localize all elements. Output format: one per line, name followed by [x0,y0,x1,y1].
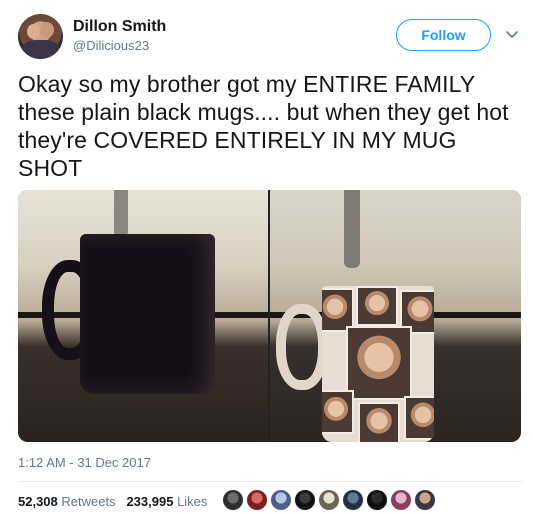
retweets-stat[interactable]: 52,308 Retweets [18,494,116,509]
mugshot-face [356,286,398,326]
likes-label: Likes [177,494,208,509]
black-mug [80,234,215,394]
mugshot-face [404,396,434,440]
retweets-count: 52,308 [18,494,58,509]
tweet-text: Okay so my brother got my ENTIRE FAMILY … [18,71,509,181]
likes-count: 233,995 [126,494,174,509]
follow-button[interactable]: Follow [396,19,491,51]
chevron-down-icon[interactable] [505,27,519,41]
mugshot-face [322,390,354,434]
liker-avatar[interactable] [318,489,340,511]
tweet-stats: 52,308 Retweets 233,995 Likes [18,494,207,509]
liker-avatar[interactable] [414,489,436,511]
divider [18,481,523,482]
faucet [114,190,128,236]
liker-avatar[interactable] [222,489,244,511]
retweets-label: Retweets [61,494,116,509]
liker-avatar[interactable] [342,489,364,511]
avatar-figure-body [22,40,59,59]
author-handle[interactable]: @Dilicious23 [73,38,149,53]
liker-avatar[interactable] [246,489,268,511]
media-grid [18,190,521,442]
photo-hot-mug[interactable] [270,190,521,442]
liker-avatar[interactable] [270,489,292,511]
avatar-figure-face [27,24,40,39]
tweet-timestamp[interactable]: 1:12 AM - 31 Dec 2017 [18,455,151,470]
likes-stat[interactable]: 233,995 Likes [126,494,207,509]
author-name[interactable]: Dillon Smith [73,18,166,36]
mugshot-face [358,402,400,442]
mugshot-mug [322,286,434,442]
photo-black-mug[interactable] [18,190,268,442]
avatar[interactable] [18,14,63,59]
tweet-header: Dillon Smith @Dilicious23 Follow [18,14,523,60]
liker-avatar[interactable] [366,489,388,511]
mug-handle [276,304,328,390]
liker-avatar[interactable] [390,489,412,511]
avatar-figure-face [40,22,54,38]
faucet [344,190,360,268]
mugshot-face [346,326,412,400]
liker-avatar[interactable] [294,489,316,511]
